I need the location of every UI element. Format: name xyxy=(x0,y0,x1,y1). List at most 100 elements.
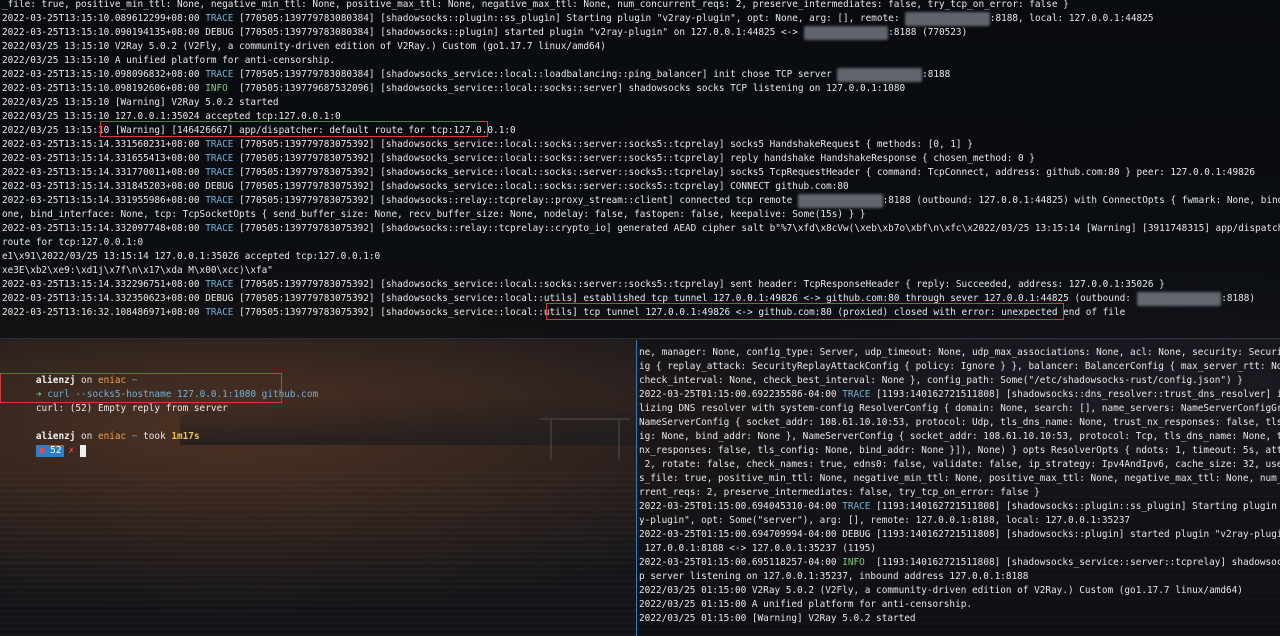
log-message-tail: :8188 (outbound: 127.0.0.1:44825) with C… xyxy=(882,195,1280,206)
log-line: route for tcp:127.0.0.1:0 xyxy=(2,236,143,250)
log-level: INFO xyxy=(205,83,228,94)
log-line: 2022/03/25 13:15:10 V2Ray 5.0.2 (V2Fly, … xyxy=(2,40,606,54)
log-line: 2022/03/25 01:15:00 A unified platform f… xyxy=(639,598,972,612)
log-message: [770505:139779783075392] [shadowsocks::r… xyxy=(233,223,1280,234)
log-line: 2022-03-25T13:15:14.332097748+08:00 TRAC… xyxy=(2,222,1280,236)
log-line: s_file: true, positive_min_ttl: None, ne… xyxy=(639,472,1280,486)
log-timestamp: rrent_reqs: 2, preserve_intermediates: f… xyxy=(639,487,1040,498)
log-timestamp: ne, manager: None, config_type: Server, … xyxy=(639,347,1280,358)
log-message-tail: :8188 (770523) xyxy=(888,27,968,38)
log-timestamp: route for tcp:127.0.0.1:0 xyxy=(2,237,144,248)
log-line: NameServerConfig { socket_addr: 108.61.1… xyxy=(639,416,1280,430)
log-line: _file: true, positive_min_ttl: None, neg… xyxy=(2,0,1069,12)
log-timestamp: xe3E\xb2\xe9:\xd1j\x7f\n\x17\xda M\x00\x… xyxy=(2,265,273,276)
log-message: [770505:139779783080384] [shadowsocks::p… xyxy=(233,27,804,38)
log-timestamp: 2022-03-25T13:15:10.098096832+08:00 xyxy=(2,69,200,80)
log-line: 2022-03-25T13:15:10.090194135+08:00 DEBU… xyxy=(2,26,967,40)
redacted-ip: xxx.xxx.xxx.xxx xyxy=(837,68,923,82)
bottom-right-terminal-pane[interactable]: ne, manager: None, config_type: Server, … xyxy=(637,340,1280,636)
exit-code: 52 xyxy=(44,445,62,456)
log-timestamp: 2022-03-25T13:15:14.332097748+08:00 xyxy=(2,223,200,234)
redacted-ip: xxx.xxx.xxx.xxx xyxy=(797,194,883,208)
bottom-left-terminal-pane[interactable]: alienzj on eniac ~ ➜ curl --socks5-hostn… xyxy=(0,340,636,636)
log-line: lizing DNS resolver with system-config R… xyxy=(639,402,1280,416)
curl-error-text: curl: (52) Empty reply from server xyxy=(35,403,228,414)
log-line: xe3E\xb2\xe9:\xd1j\x7f\n\x17\xda M\x00\x… xyxy=(2,264,273,278)
log-message: [770505:139779783075392] [shadowsocks_se… xyxy=(233,153,1035,164)
log-line: ig { replay_attack: SecurityReplayAttack… xyxy=(639,360,1280,374)
log-line: 2022-03-25T13:15:14.331770011+08:00 TRAC… xyxy=(2,166,1255,180)
log-line: 127.0.0.1:8188 <-> 127.0.0.1:35237 (1195… xyxy=(639,542,876,556)
log-timestamp: 2022-03-25T13:15:10.090194135+08:00 xyxy=(2,27,200,38)
log-timestamp: 127.0.0.1:8188 <-> 127.0.0.1:35237 (1195… xyxy=(639,543,877,554)
log-timestamp: 2022/03/25 13:15:10 [Warning] V2Ray 5.0.… xyxy=(2,97,279,108)
log-timestamp: 2022-03-25T13:15:10.098192606+08:00 xyxy=(2,83,200,94)
log-level: TRACE xyxy=(205,69,234,80)
log-line: 2022-03-25T13:15:10.089612299+08:00 TRAC… xyxy=(2,12,1153,26)
log-timestamp: 2022-03-25T13:15:10.089612299+08:00 xyxy=(2,13,200,24)
log-level: TRACE xyxy=(205,153,234,164)
log-level: TRACE xyxy=(205,195,234,206)
log-line: y-plugin", opt: Some("server"), arg: [],… xyxy=(639,514,1130,528)
log-timestamp: 2022-03-25T01:15:00.695118257-04:00 xyxy=(639,557,837,568)
log-message: [770505:139779783075392] [shadowsocks::r… xyxy=(233,195,798,206)
log-timestamp: 2022-03-25T13:15:14.331655413+08:00 xyxy=(2,153,200,164)
prompt-line-2: alienzj on eniac ~ took 1m17s xyxy=(2,416,200,442)
log-timestamp: 2022-03-25T13:15:14.332350623+08:00 xyxy=(2,293,200,304)
prompt-host: eniac xyxy=(97,431,127,442)
log-timestamp: 2022-03-25T01:15:00.692235586-04:00 xyxy=(639,389,837,400)
log-message-tail: :8188, local: 127.0.0.1:44825 xyxy=(989,13,1154,24)
log-line: 2022-03-25T13:15:14.331955986+08:00 TRAC… xyxy=(2,194,1280,208)
log-timestamp: one, bind_interface: None, tcp: TcpSocke… xyxy=(2,209,866,220)
log-timestamp: s_file: true, positive_min_ttl: None, ne… xyxy=(639,473,1280,484)
log-line: 2022/03/25 01:15:00 V2Ray 5.0.2 (V2Fly, … xyxy=(639,584,1243,598)
log-line: 2022-03-25T13:15:14.332296751+08:00 TRAC… xyxy=(2,278,1165,292)
log-timestamp: nx_responses: false, tls_config: None, b… xyxy=(639,445,1280,456)
log-line: 2022-03-25T13:15:10.098192606+08:00 INFO… xyxy=(2,82,905,96)
log-line: 2, rotate: false, check_names: true, edn… xyxy=(639,458,1280,472)
log-timestamp: 2022-03-25T13:15:14.331845203+08:00 xyxy=(2,181,200,192)
log-timestamp: 2022-03-25T13:15:14.331560231+08:00 xyxy=(2,139,200,150)
log-message: [1193:140162721511808] [shadowsocks::plu… xyxy=(870,529,1280,540)
took-label: took xyxy=(137,431,172,442)
log-level: TRACE xyxy=(842,501,871,512)
prompt-cwd: ~ xyxy=(126,431,138,442)
pane-divider-horizontal[interactable] xyxy=(0,338,1280,339)
log-line: p server listening on 127.0.0.1:35237, i… xyxy=(639,570,1028,584)
log-line: ne, manager: None, config_type: Server, … xyxy=(639,346,1280,360)
text-cursor[interactable] xyxy=(80,444,87,457)
top-terminal-pane[interactable]: _file: true, positive_min_ttl: None, neg… xyxy=(0,0,1280,338)
log-timestamp: 2022/03/25 13:15:10 V2Ray 5.0.2 (V2Fly, … xyxy=(2,41,606,52)
log-timestamp: 2022/03/25 01:15:00 [Warning] V2Ray 5.0.… xyxy=(639,613,916,624)
log-line: 2022/03/25 13:15:10 [Warning] V2Ray 5.0.… xyxy=(2,96,279,110)
log-timestamp: ig { replay_attack: SecurityReplayAttack… xyxy=(639,361,1280,372)
log-level: DEBUG xyxy=(842,529,871,540)
log-line: 2022-03-25T13:15:14.331655413+08:00 TRAC… xyxy=(2,152,1035,166)
log-timestamp: lizing DNS resolver with system-config R… xyxy=(639,403,1280,414)
log-message-tail: :8188) xyxy=(1221,293,1256,304)
log-timestamp: _file: true, positive_min_ttl: None, neg… xyxy=(2,0,1069,10)
log-timestamp: NameServerConfig { socket_addr: 108.61.1… xyxy=(639,417,1280,428)
log-line: nx_responses: false, tls_config: None, b… xyxy=(639,444,1280,458)
log-line: e1\x91\2022/03/25 13:15:14 127.0.0.1:350… xyxy=(2,250,380,264)
log-timestamp: 2022/03/25 13:15:10 A unified platform f… xyxy=(2,55,336,66)
log-line: 2022-03-25T01:15:00.694045310-04:00 TRAC… xyxy=(639,500,1280,514)
log-timestamp: p server listening on 127.0.0.1:35237, i… xyxy=(639,571,1029,582)
log-level: TRACE xyxy=(205,223,234,234)
log-line: 2022/03/25 01:15:00 [Warning] V2Ray 5.0.… xyxy=(639,612,916,626)
highlight-box-tunnel-error xyxy=(546,303,1064,320)
log-line: 2022/03/25 13:15:10 A unified platform f… xyxy=(2,54,335,68)
log-line: 2022-03-25T01:15:00.695118257-04:00 INFO… xyxy=(639,556,1280,570)
log-timestamp: 2022-03-25T13:16:32.108486971+08:00 xyxy=(2,307,200,318)
log-message: [770505:139779783075392] [shadowsocks_se… xyxy=(233,139,973,150)
log-line: check_interval: None, check_best_interva… xyxy=(639,374,1243,388)
log-message-tail: :8188 xyxy=(922,69,951,80)
log-line: one, bind_interface: None, tcp: TcpSocke… xyxy=(2,208,866,222)
log-timestamp: 2022-03-25T13:15:14.331955986+08:00 xyxy=(2,195,200,206)
log-level: INFO xyxy=(842,557,865,568)
log-timestamp: 2022/03/25 01:15:00 V2Ray 5.0.2 (V2Fly, … xyxy=(639,585,1243,596)
log-line: 2022-03-25T13:15:10.098096832+08:00 TRAC… xyxy=(2,68,950,82)
exit-status-badge: ● 52 xyxy=(35,445,65,457)
log-line: 2022-03-25T01:15:00.692235586-04:00 TRAC… xyxy=(639,388,1280,402)
log-message: [1193:140162721511808] [shadowsocks_serv… xyxy=(864,557,1280,568)
